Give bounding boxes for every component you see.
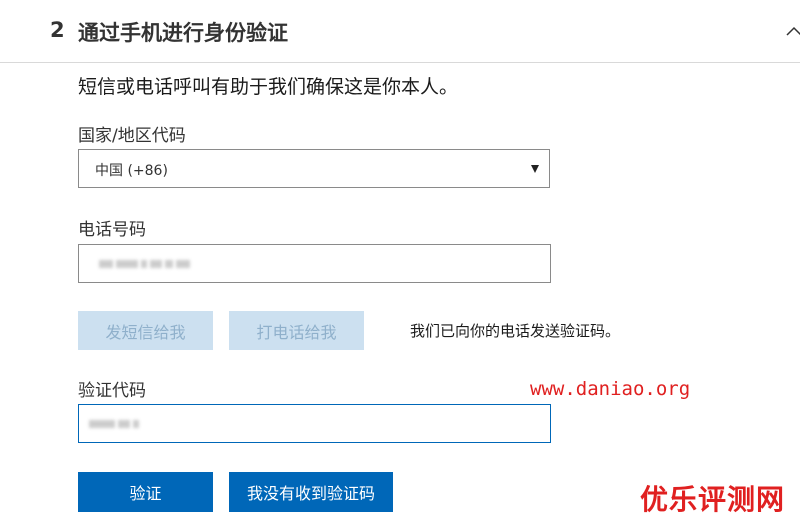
call-me-button[interactable]: 打电话给我 <box>229 311 364 350</box>
code-sent-status: 我们已向你的电话发送验证码。 <box>410 322 621 340</box>
step-number: 2 <box>50 18 65 42</box>
phone-verification-page: 2 通过手机进行身份验证 短信或电话呼叫有助于我们确保这是你本人。 国家/地区代… <box>0 0 800 524</box>
watermark-brand: 优乐评测网 <box>640 483 786 516</box>
country-selected-value: 中国 (+86) <box>95 163 168 179</box>
code-label: 验证代码 <box>78 381 146 401</box>
caret-down-icon <box>531 165 539 173</box>
no-code-button[interactable]: 我没有收到验证码 <box>229 472 393 512</box>
phone-redacted-value <box>99 258 190 270</box>
step-title: 通过手机进行身份验证 <box>78 21 288 45</box>
country-label: 国家/地区代码 <box>78 126 186 146</box>
chevron-up-icon[interactable] <box>786 26 800 36</box>
phone-label: 电话号码 <box>78 220 146 240</box>
verification-code-input[interactable] <box>78 404 551 443</box>
intro-text: 短信或电话呼叫有助于我们确保这是你本人。 <box>78 76 459 98</box>
country-select[interactable]: 中国 (+86) <box>78 149 550 188</box>
phone-input[interactable] <box>78 244 551 283</box>
watermark-url: www.daniao.org <box>530 378 691 400</box>
code-redacted-value <box>89 418 139 430</box>
send-sms-button[interactable]: 发短信给我 <box>78 311 213 350</box>
verify-button[interactable]: 验证 <box>78 472 213 512</box>
step-header[interactable]: 2 通过手机进行身份验证 <box>0 0 800 63</box>
